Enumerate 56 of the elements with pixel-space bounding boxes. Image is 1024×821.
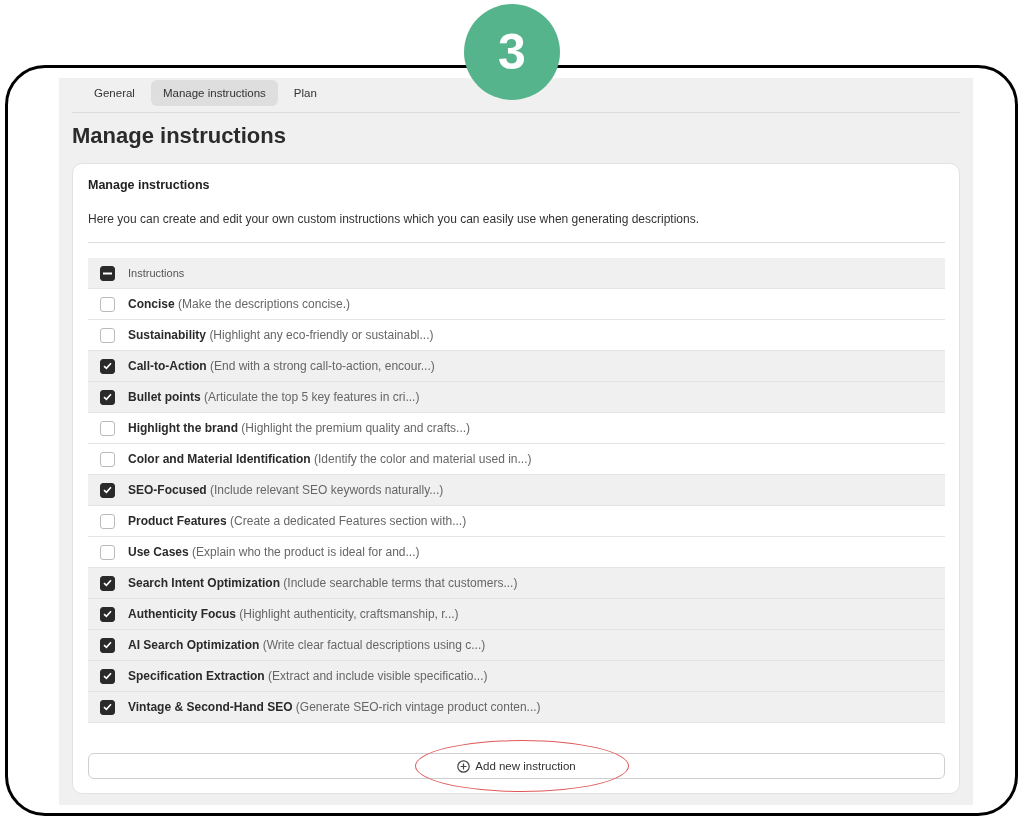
instruction-row[interactable]: Search Intent Optimization (Include searchable terms that customers...)	[88, 568, 945, 599]
tab[interactable]: Manage instructions	[150, 80, 278, 106]
instruction-text: Highlight the brand (Highlight the premium quality and crafts...)	[128, 421, 471, 435]
tab[interactable]: General	[82, 80, 147, 106]
select-all-checkbox[interactable]	[100, 265, 115, 281]
checkbox[interactable]	[100, 358, 115, 374]
minus-icon	[103, 271, 112, 275]
checkbox[interactable]	[100, 668, 115, 684]
checkbox[interactable]	[100, 606, 115, 622]
instruction-row[interactable]: Bullet points (Articulate the top 5 key features in cri...)	[88, 382, 945, 413]
instruction-text: Use Cases (Explain who the product is ideal for and...)	[128, 545, 420, 559]
instruction-text: Product Features (Create a dedicated Features section with...)	[128, 514, 467, 528]
check-icon	[103, 393, 112, 401]
check-icon	[103, 579, 112, 587]
column-header: Instructions	[128, 267, 185, 279]
instruction-text: Color and Material Identification (Identify the color and material used in...)	[128, 452, 532, 466]
instruction-text: Bullet points (Articulate the top 5 key features in cri...)	[128, 390, 420, 404]
check-icon	[103, 703, 112, 711]
plus-circle-icon	[457, 759, 471, 773]
checkbox[interactable]	[100, 699, 115, 715]
check-icon	[103, 641, 112, 649]
checkbox[interactable]	[100, 420, 115, 436]
checkbox[interactable]	[100, 389, 115, 405]
instruction-text: Vintage & Second-Hand SEO (Generate SEO-rich vintage product conten...)	[128, 700, 541, 714]
instruction-row[interactable]: SEO-Focused (Include relevant SEO keywords naturally...)	[88, 475, 945, 506]
tab[interactable]: Plan	[281, 80, 329, 106]
instruction-row[interactable]: AI Search Optimization (Write clear factual descriptions using c...)	[88, 630, 945, 661]
check-icon	[103, 672, 112, 680]
checkbox[interactable]	[100, 575, 115, 591]
instruction-text: Authenticity Focus (Highlight authenticity, craftsmanship, r...)	[128, 607, 459, 621]
instruction-row[interactable]: Authenticity Focus (Highlight authenticity, craftsmanship, r...)	[88, 599, 945, 630]
add-instruction-button[interactable]: Add new instruction	[88, 753, 945, 779]
instruction-text: Call-to-Action (End with a strong call-to-action, encour...)	[128, 359, 435, 373]
checkbox[interactable]	[100, 327, 115, 343]
checkbox[interactable]	[100, 544, 115, 560]
check-icon	[103, 362, 112, 370]
card-title: Manage instructions	[88, 178, 211, 192]
step-badge: 3	[464, 4, 560, 100]
instruction-row[interactable]: Specification Extraction (Extract and include visible specificatio...)	[88, 661, 945, 692]
check-icon	[103, 610, 112, 618]
instruction-row[interactable]: Call-to-Action (End with a strong call-to-action, encour...)	[88, 351, 945, 382]
check-icon	[103, 486, 112, 494]
instruction-text: Search Intent Optimization (Include searchable terms that customers...)	[128, 576, 518, 590]
checkbox[interactable]	[100, 637, 115, 653]
checkbox[interactable]	[100, 513, 115, 529]
instruction-text: Specification Extraction (Extract and include visible specificatio...)	[128, 669, 488, 683]
instruction-text: Sustainability (Highlight any eco-friendly or sustainabl...)	[128, 328, 434, 342]
checkbox[interactable]	[100, 451, 115, 467]
instruction-text: SEO-Focused (Include relevant SEO keywords naturally...)	[128, 483, 444, 497]
checkbox[interactable]	[100, 482, 115, 498]
checkbox[interactable]	[100, 296, 115, 312]
page-heading: Manage instructions	[72, 123, 287, 149]
instruction-text: AI Search Optimization (Write clear factual descriptions using c...)	[128, 638, 486, 652]
instruction-text: Concise (Make the descriptions concise.)	[128, 297, 351, 311]
card-description: Here you can create and edit your own custom instructions which you can easily use when generating descriptions.	[88, 212, 945, 243]
instruction-row[interactable]: Vintage & Second-Hand SEO (Generate SEO-rich vintage product conten...)	[88, 692, 945, 723]
